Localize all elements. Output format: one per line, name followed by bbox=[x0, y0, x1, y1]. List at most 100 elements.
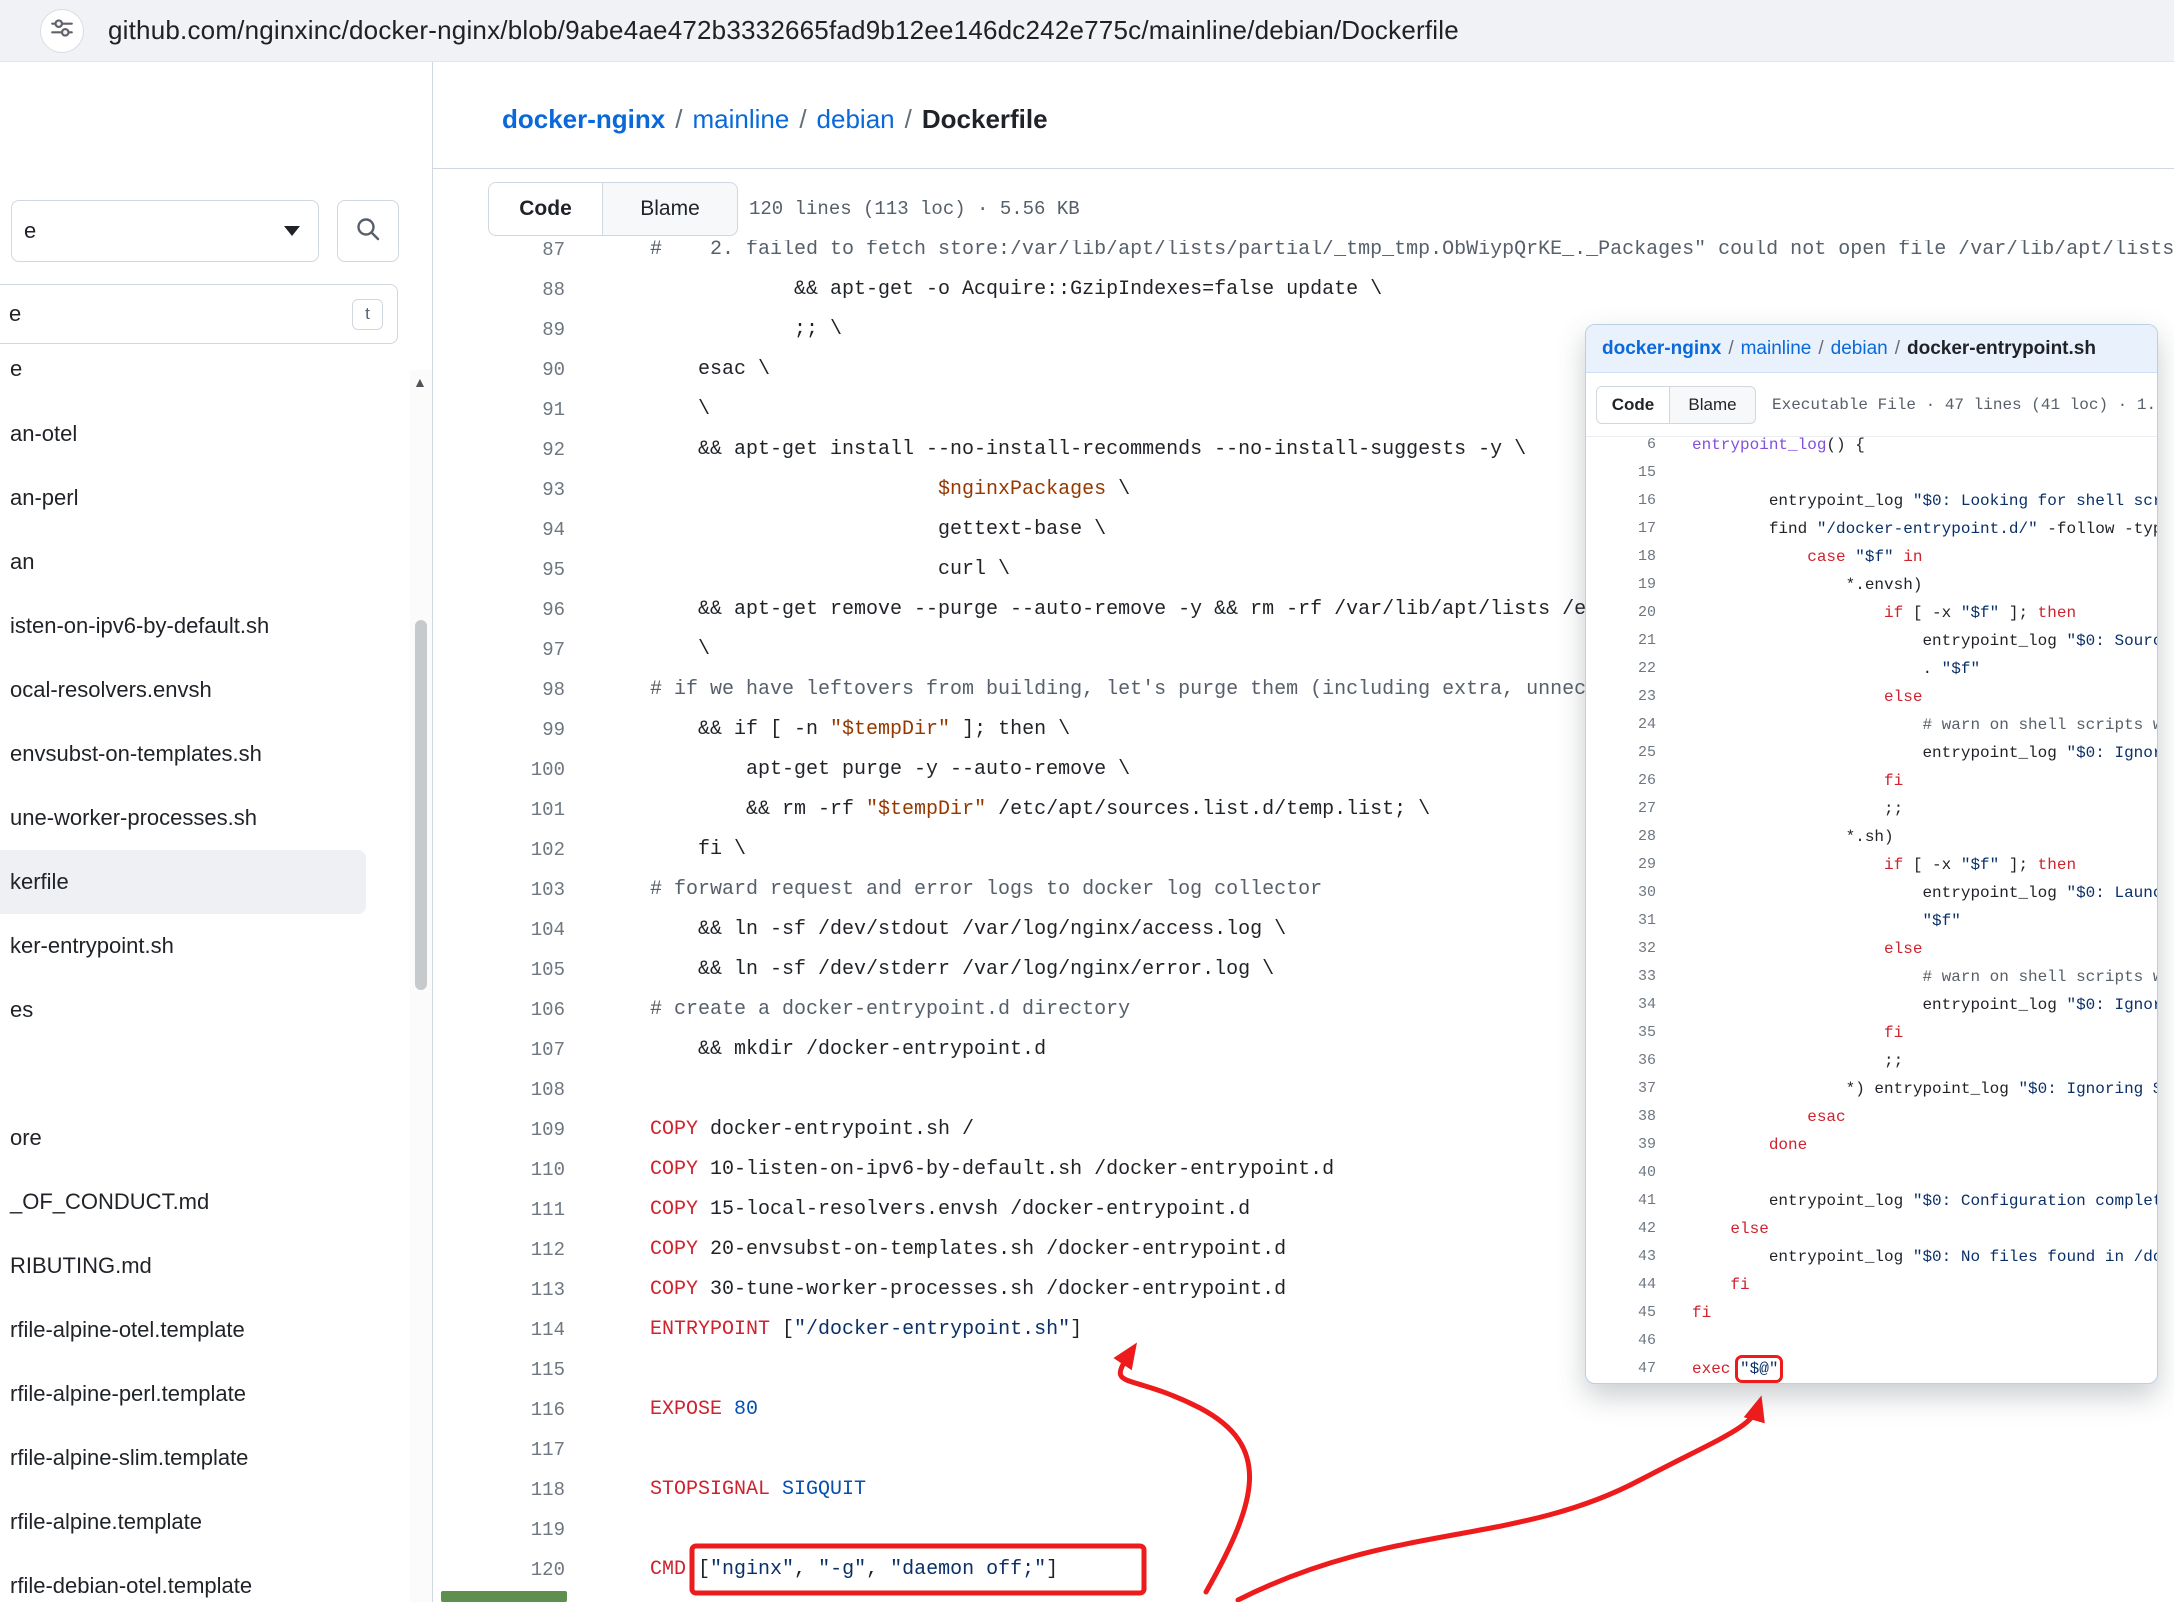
line-number[interactable]: 105 bbox=[433, 950, 593, 990]
line-number[interactable]: 113 bbox=[433, 1270, 593, 1310]
file-tree-item[interactable]: ocal-resolvers.envsh bbox=[0, 658, 410, 722]
breadcrumb-link[interactable]: debian bbox=[817, 104, 895, 134]
line-number[interactable]: 102 bbox=[433, 830, 593, 870]
line-number[interactable]: 120 bbox=[433, 1550, 593, 1590]
line-number[interactable]: 90 bbox=[433, 350, 593, 390]
line-number[interactable]: 101 bbox=[433, 790, 593, 830]
file-tree-item[interactable]: kerfile bbox=[0, 850, 366, 914]
goto-file-input[interactable]: e t bbox=[0, 284, 398, 344]
line-number[interactable]: 42 bbox=[1586, 1215, 1672, 1243]
line-number[interactable]: 31 bbox=[1586, 907, 1672, 935]
line-number[interactable]: 25 bbox=[1586, 739, 1672, 767]
line-number[interactable]: 41 bbox=[1586, 1187, 1672, 1215]
line-number[interactable]: 37 bbox=[1586, 1075, 1672, 1103]
file-tree-item[interactable]: an-otel bbox=[0, 402, 410, 466]
line-number[interactable]: 100 bbox=[433, 750, 593, 790]
site-settings-button[interactable] bbox=[40, 9, 84, 53]
line-number[interactable]: 28 bbox=[1586, 823, 1672, 851]
line-number[interactable]: 16 bbox=[1586, 487, 1672, 515]
file-tree-item[interactable]: an-perl bbox=[0, 466, 410, 530]
file-tree-item[interactable]: es bbox=[0, 978, 410, 1042]
breadcrumb-link[interactable]: docker-nginx bbox=[1602, 338, 1721, 360]
file-tree-item[interactable]: isten-on-ipv6-by-default.sh bbox=[0, 594, 410, 658]
line-number[interactable]: 46 bbox=[1586, 1327, 1672, 1355]
line-number[interactable]: 98 bbox=[433, 670, 593, 710]
line-number[interactable]: 89 bbox=[433, 310, 593, 350]
line-number[interactable]: 93 bbox=[433, 470, 593, 510]
line-number[interactable]: 117 bbox=[433, 1430, 593, 1470]
line-number[interactable]: 104 bbox=[433, 910, 593, 950]
file-tree-item[interactable]: rfile-alpine-otel.template bbox=[0, 1298, 410, 1362]
line-number[interactable]: 19 bbox=[1586, 571, 1672, 599]
line-number[interactable]: 40 bbox=[1586, 1159, 1672, 1187]
line-number[interactable]: 30 bbox=[1586, 879, 1672, 907]
line-number[interactable]: 116 bbox=[433, 1390, 593, 1430]
line-number[interactable]: 115 bbox=[433, 1350, 593, 1390]
line-number[interactable]: 114 bbox=[433, 1310, 593, 1350]
line-number[interactable]: 47 bbox=[1586, 1355, 1672, 1383]
file-tree-item[interactable]: une-worker-processes.sh bbox=[0, 786, 410, 850]
line-number[interactable]: 112 bbox=[433, 1230, 593, 1270]
branch-select[interactable]: e bbox=[11, 200, 319, 262]
line-number[interactable]: 97 bbox=[433, 630, 593, 670]
line-number[interactable]: 119 bbox=[433, 1510, 593, 1550]
line-number[interactable]: 110 bbox=[433, 1150, 593, 1190]
browser-url-bar[interactable]: github.com/nginxinc/docker-nginx/blob/9a… bbox=[0, 0, 2174, 62]
line-number[interactable]: 23 bbox=[1586, 683, 1672, 711]
search-button[interactable] bbox=[337, 200, 399, 262]
line-number[interactable]: 26 bbox=[1586, 767, 1672, 795]
breadcrumb-link[interactable]: mainline bbox=[692, 104, 789, 134]
line-number[interactable]: 38 bbox=[1586, 1103, 1672, 1131]
line-number[interactable]: 103 bbox=[433, 870, 593, 910]
line-number[interactable]: 34 bbox=[1586, 991, 1672, 1019]
line-number[interactable]: 33 bbox=[1586, 963, 1672, 991]
line-number[interactable]: 32 bbox=[1586, 935, 1672, 963]
file-tree-item[interactable]: envsubst-on-templates.sh bbox=[0, 722, 410, 786]
scrollbar-thumb[interactable] bbox=[415, 620, 427, 990]
breadcrumb-link[interactable]: docker-nginx bbox=[502, 104, 665, 134]
file-tree-item[interactable]: rfile-alpine-perl.template bbox=[0, 1362, 410, 1426]
scrollbar-up-arrow[interactable]: ▲ bbox=[413, 374, 427, 390]
line-number[interactable]: 99 bbox=[433, 710, 593, 750]
line-number[interactable]: 44 bbox=[1586, 1271, 1672, 1299]
line-number[interactable]: 36 bbox=[1586, 1047, 1672, 1075]
line-number[interactable]: 111 bbox=[433, 1190, 593, 1230]
line-number[interactable]: 22 bbox=[1586, 655, 1672, 683]
line-number[interactable]: 24 bbox=[1586, 711, 1672, 739]
line-number[interactable]: 15 bbox=[1586, 459, 1672, 487]
line-number[interactable]: 20 bbox=[1586, 599, 1672, 627]
line-number[interactable]: 108 bbox=[433, 1070, 593, 1110]
sidebar-scrollbar[interactable]: ▲ bbox=[410, 370, 432, 1602]
line-number[interactable]: 17 bbox=[1586, 515, 1672, 543]
line-number[interactable]: 18 bbox=[1586, 543, 1672, 571]
line-number[interactable]: 29 bbox=[1586, 851, 1672, 879]
line-number[interactable]: 96 bbox=[433, 590, 593, 630]
file-tree-item[interactable]: rfile-alpine-slim.template bbox=[0, 1426, 410, 1490]
file-tree-item[interactable]: rfile-debian-otel.template bbox=[0, 1554, 410, 1602]
line-number[interactable]: 106 bbox=[433, 990, 593, 1030]
line-number[interactable]: 91 bbox=[433, 390, 593, 430]
line-number[interactable]: 107 bbox=[433, 1030, 593, 1070]
line-number[interactable]: 21 bbox=[1586, 627, 1672, 655]
tab-code[interactable]: Code bbox=[489, 183, 602, 235]
line-number[interactable]: 45 bbox=[1586, 1299, 1672, 1327]
file-tree-item[interactable]: ore bbox=[0, 1106, 410, 1170]
breadcrumb-link[interactable]: debian bbox=[1831, 338, 1888, 360]
line-number[interactable]: 35 bbox=[1586, 1019, 1672, 1047]
file-tree-item[interactable]: an bbox=[0, 530, 410, 594]
line-number[interactable]: 95 bbox=[433, 550, 593, 590]
line-number[interactable]: 27 bbox=[1586, 795, 1672, 823]
line-number[interactable]: 6 bbox=[1586, 437, 1672, 459]
line-number[interactable]: 43 bbox=[1586, 1243, 1672, 1271]
line-number[interactable]: 118 bbox=[433, 1470, 593, 1510]
file-tree-item[interactable]: rfile-alpine.template bbox=[0, 1490, 410, 1554]
breadcrumb-link[interactable]: mainline bbox=[1741, 338, 1812, 360]
line-number[interactable]: 94 bbox=[433, 510, 593, 550]
line-number[interactable]: 39 bbox=[1586, 1131, 1672, 1159]
line-number[interactable]: 88 bbox=[433, 270, 593, 310]
file-tree-item[interactable]: ker-entrypoint.sh bbox=[0, 914, 410, 978]
file-tree-item[interactable]: _OF_CONDUCT.md bbox=[0, 1170, 410, 1234]
tab-blame[interactable]: Blame bbox=[602, 183, 737, 235]
popup-tab-blame[interactable]: Blame bbox=[1669, 387, 1755, 423]
line-number[interactable]: 92 bbox=[433, 430, 593, 470]
